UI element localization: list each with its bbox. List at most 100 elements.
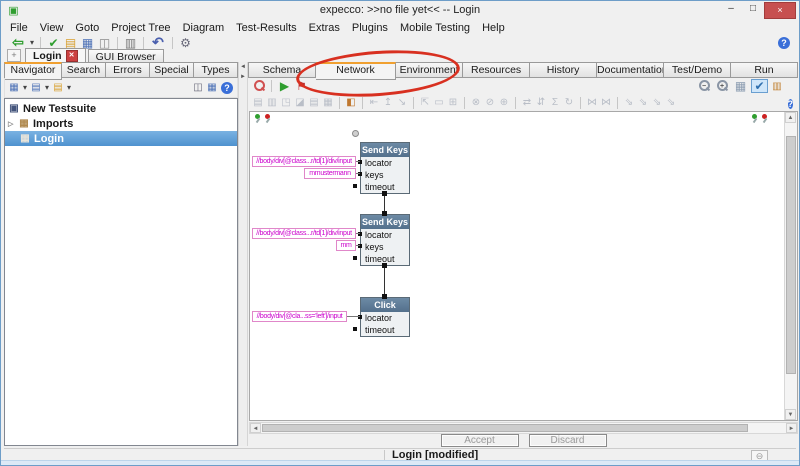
- port-label-locator-3[interactable]: //body/div[@cla...ss='left']/input: [252, 311, 347, 322]
- connection-line[interactable]: [384, 266, 385, 297]
- join-connection-icon[interactable]: ⋈: [585, 96, 599, 110]
- scroll-up-icon[interactable]: ▲: [785, 112, 796, 123]
- collapse-right-icon[interactable]: ►: [239, 72, 247, 82]
- remove-connection-icon[interactable]: ⊘: [483, 96, 497, 110]
- insert-block-icon[interactable]: ◧: [344, 96, 358, 110]
- tab-search[interactable]: Search: [62, 62, 106, 78]
- expand-caret-icon[interactable]: ▷: [8, 120, 15, 128]
- block-send-keys-1[interactable]: Send Keys locator keys timeout: [360, 142, 410, 194]
- tab-environment[interactable]: Environment: [396, 62, 463, 78]
- pin-locator[interactable]: locator: [361, 229, 409, 241]
- input-pin-red-icon[interactable]: [263, 114, 272, 124]
- vertical-exchange-icon[interactable]: ⇵: [534, 96, 548, 110]
- folder-view-dropdown-icon[interactable]: ▾: [65, 81, 73, 95]
- pin-keys[interactable]: keys: [361, 241, 409, 253]
- menu-item-diagram[interactable]: Diagram: [177, 22, 231, 34]
- maximize-button[interactable]: □: [742, 2, 764, 17]
- discard-button[interactable]: Discard: [529, 434, 607, 447]
- menu-item-extras[interactable]: Extras: [303, 22, 346, 34]
- input-pin-green-icon[interactable]: [253, 114, 262, 124]
- category-view-icon[interactable]: ▤: [29, 81, 43, 95]
- close-button[interactable]: ×: [764, 2, 796, 19]
- editor-help-icon[interactable]: ?: [788, 99, 794, 109]
- menu-item-project-tree[interactable]: Project Tree: [105, 22, 176, 34]
- tab-documentation[interactable]: Documentation: [597, 62, 664, 78]
- scroll-down-icon[interactable]: ▼: [785, 409, 796, 420]
- align-diagonal-icon[interactable]: ↘: [395, 96, 409, 110]
- zoom-out-icon[interactable]: −: [696, 79, 712, 93]
- panel-splitter[interactable]: ◄ ►: [238, 62, 248, 446]
- menu-item-help[interactable]: Help: [476, 22, 511, 34]
- category-view-dropdown-icon[interactable]: ▾: [43, 81, 51, 95]
- pin-locator[interactable]: locator: [361, 157, 409, 169]
- run-test-icon[interactable]: ▶: [276, 79, 293, 93]
- connector-style-2-icon[interactable]: ⇘: [636, 96, 650, 110]
- horizontal-scrollbar[interactable]: ◄ ►: [249, 422, 798, 434]
- copy-step-icon[interactable]: ▥: [265, 96, 279, 110]
- distribute-icon[interactable]: Σ: [548, 96, 562, 110]
- duplicate-step-icon[interactable]: ▤: [307, 96, 321, 110]
- tab-special[interactable]: Special: [150, 62, 194, 78]
- tab-history[interactable]: History: [530, 62, 597, 78]
- tab-gui-browser[interactable]: GUI Browser: [88, 49, 164, 63]
- menu-item-goto[interactable]: Goto: [69, 22, 105, 34]
- detach-window-icon[interactable]: ◫: [191, 81, 205, 95]
- save-layout-icon[interactable]: ▦: [205, 81, 219, 95]
- exchange-icon[interactable]: ⇄: [520, 96, 534, 110]
- navigator-help-icon[interactable]: ?: [221, 82, 233, 94]
- add-connection-icon[interactable]: ⊕: [497, 96, 511, 110]
- settings-icon[interactable]: ⚙: [177, 36, 194, 50]
- undo-icon[interactable]: ↶: [148, 36, 168, 50]
- collapse-left-icon[interactable]: ◄: [239, 62, 247, 72]
- connector-style-4-icon[interactable]: ⇘: [664, 96, 678, 110]
- block-send-keys-2[interactable]: Send Keys locator keys timeout: [360, 214, 410, 266]
- zoom-in-icon[interactable]: +: [714, 79, 730, 93]
- menu-item-file[interactable]: File: [4, 22, 34, 34]
- minimize-button[interactable]: –: [720, 2, 742, 17]
- pin-keys[interactable]: keys: [361, 169, 409, 181]
- menu-item-plugins[interactable]: Plugins: [346, 22, 394, 34]
- network-canvas[interactable]: Send Keys locator keys timeout Send Keys…: [249, 111, 798, 421]
- folder-view-icon[interactable]: ▤: [51, 81, 65, 95]
- port-label-keys-2[interactable]: mm: [336, 240, 356, 251]
- unconnected-connector[interactable]: [352, 130, 359, 137]
- tab-schema[interactable]: Schema: [248, 62, 316, 78]
- palette-icon[interactable]: ▥: [770, 79, 784, 93]
- close-tab-icon[interactable]: ✕: [66, 50, 78, 62]
- rotate-icon[interactable]: ↻: [562, 96, 576, 110]
- port-label-locator-2[interactable]: //body/div[@class...r/td[1]/div/input: [252, 228, 356, 239]
- align-top-icon[interactable]: ↥: [381, 96, 395, 110]
- delete-step-icon[interactable]: ▦: [321, 96, 335, 110]
- tree-item-new-testsuite[interactable]: ▣ New Testsuite: [5, 101, 237, 116]
- breakpoint-flag-icon[interactable]: ⚑: [293, 79, 310, 93]
- split-connection-icon[interactable]: ⋈: [599, 96, 613, 110]
- output-pin-red-icon[interactable]: [760, 114, 769, 124]
- align-left-icon[interactable]: ⇤: [367, 96, 381, 110]
- fit-toggle-icon[interactable]: ✔: [751, 79, 768, 93]
- search-diagram-icon[interactable]: [251, 79, 267, 93]
- accept-button[interactable]: Accept: [441, 434, 519, 447]
- block-click[interactable]: Click locator timeout: [360, 297, 410, 337]
- tab-login[interactable]: Login ✕: [25, 48, 86, 63]
- port-label-keys-1[interactable]: mmustermann: [304, 168, 356, 179]
- tab-types[interactable]: Types: [194, 62, 238, 78]
- tree-item-login[interactable]: ▦ Login: [5, 131, 237, 146]
- grid-toggle-icon[interactable]: ▦: [732, 79, 749, 93]
- connector-style-1-icon[interactable]: ⇘: [622, 96, 636, 110]
- new-document-icon[interactable]: ◫: [96, 36, 113, 50]
- tree-view-mode-icon[interactable]: ▦: [7, 81, 21, 95]
- cut-step-icon[interactable]: ◳: [279, 96, 293, 110]
- scroll-left-icon[interactable]: ◄: [250, 423, 261, 433]
- menu-item-view[interactable]: View: [34, 22, 70, 34]
- tree-item-imports[interactable]: ▷ ▦ Imports: [5, 116, 237, 131]
- connect-pins-icon[interactable]: ⇱: [418, 96, 432, 110]
- vertical-scrollbar[interactable]: ▲ ▼: [784, 112, 797, 420]
- save-diagram-icon[interactable]: ▤: [251, 96, 265, 110]
- paste-step-icon[interactable]: ◪: [293, 96, 307, 110]
- group-steps-icon[interactable]: ⊞: [446, 96, 460, 110]
- menu-item-mobile-testing[interactable]: Mobile Testing: [394, 22, 476, 34]
- horizontal-scroll-thumb[interactable]: [262, 424, 748, 432]
- tab-test-demo[interactable]: Test/Demo: [664, 62, 731, 78]
- menu-item-test-results[interactable]: Test-Results: [230, 22, 303, 34]
- output-pin-green-icon[interactable]: [750, 114, 759, 124]
